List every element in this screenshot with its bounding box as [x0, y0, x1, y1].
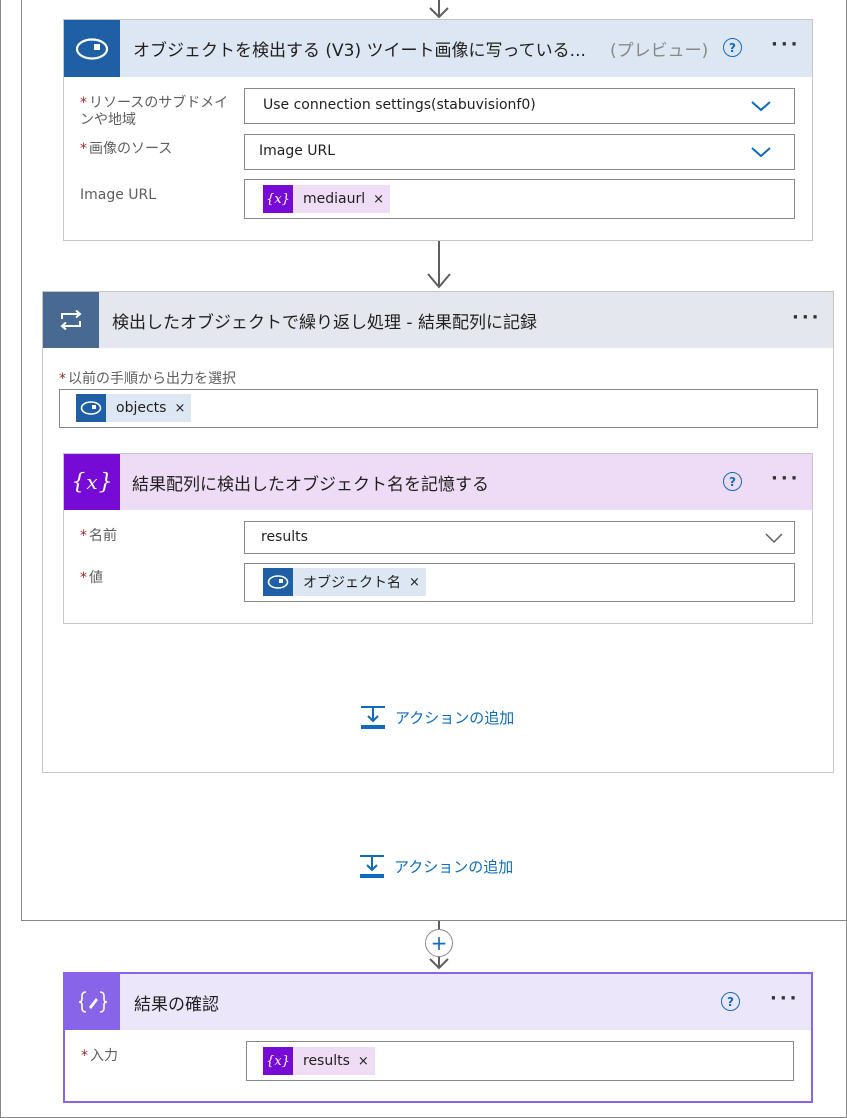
- result-card-header[interactable]: 結果の確認: [65, 974, 811, 1030]
- select-output-field[interactable]: objects ×: [59, 389, 818, 428]
- image-url-field[interactable]: {x} mediaurl ×: [244, 179, 795, 219]
- loop-card-header[interactable]: 検出したオブジェクトで繰り返し処理 - 結果配列に記録: [43, 292, 833, 348]
- value-field[interactable]: オブジェクト名 ×: [244, 563, 795, 602]
- subdomain-label: * リソースのサブドメイ ンや地域: [80, 95, 229, 128]
- eye-icon: [263, 568, 293, 596]
- image-source-value: Image URL: [259, 143, 336, 159]
- result-more-button[interactable]: ···: [770, 988, 800, 1009]
- loop-more-button[interactable]: ···: [792, 307, 822, 328]
- object-name-token[interactable]: オブジェクト名 ×: [263, 568, 426, 596]
- mediaurl-token[interactable]: {x} mediaurl ×: [263, 185, 391, 213]
- variable-icon: {x}: [263, 185, 293, 213]
- detect-more-button[interactable]: ···: [771, 34, 801, 55]
- append-to-array-card: {x} 結果配列に検出したオブジェクト名を記憶する ? ··· * 名前 resu…: [63, 453, 813, 624]
- add-action-icon: [361, 706, 385, 729]
- detect-card-preview: (プレビュー): [610, 41, 709, 61]
- subdomain-dropdown[interactable]: Use connection settings(stabuvisionf0): [244, 88, 795, 124]
- connector-arrow-icon: [427, 241, 451, 289]
- name-value: results: [261, 529, 308, 545]
- variable-icon: {x}: [64, 454, 120, 510]
- append-card-header[interactable]: {x} 結果配列に検出したオブジェクト名を記憶する: [64, 454, 812, 510]
- chevron-down-icon: [751, 147, 771, 158]
- outer-frame-left: [0, 0, 1, 1118]
- subdomain-value: Use connection settings(stabuvisionf0): [263, 97, 536, 113]
- input-label: * 入力: [81, 1048, 118, 1064]
- result-help-icon[interactable]: ?: [721, 992, 740, 1011]
- objects-token-text: objects: [116, 400, 167, 416]
- scope-container-left: [21, 0, 22, 921]
- token-remove-button[interactable]: ×: [174, 401, 191, 416]
- plus-icon: +: [430, 931, 448, 955]
- detect-objects-card: オブジェクトを検出する (V3) ツイート画像に写っている... (プレビュー)…: [63, 19, 813, 241]
- name-label: * 名前: [80, 528, 117, 544]
- loop-card-title: 検出したオブジェクトで繰り返し処理 - 結果配列に記録: [112, 312, 537, 333]
- outer-add-action-text: アクションの追加: [394, 857, 514, 876]
- variable-icon: {x}: [263, 1047, 293, 1075]
- token-remove-button[interactable]: ×: [409, 575, 426, 590]
- inner-add-action-button[interactable]: アクションの追加: [360, 704, 514, 730]
- result-card-title: 結果の確認: [134, 994, 219, 1015]
- add-action-icon: [360, 855, 384, 878]
- insert-step-button[interactable]: +: [425, 929, 453, 957]
- detect-card-title: オブジェクトを検出する (V3) ツイート画像に写っている...: [133, 41, 586, 61]
- token-remove-button[interactable]: ×: [373, 192, 390, 207]
- chevron-down-icon: [765, 533, 783, 544]
- name-dropdown[interactable]: results: [244, 521, 795, 554]
- value-label: * 値: [80, 570, 103, 586]
- detect-card-header[interactable]: オブジェクトを検出する (V3) ツイート画像に写っている... (プレビュー): [64, 20, 812, 77]
- image-source-label: * 画像のソース: [80, 141, 173, 157]
- image-source-dropdown[interactable]: Image URL: [244, 134, 795, 170]
- append-help-icon[interactable]: ?: [723, 472, 742, 491]
- mediaurl-token-text: mediaurl: [303, 191, 366, 207]
- outer-add-action-button[interactable]: アクションの追加: [359, 853, 513, 879]
- objects-token[interactable]: objects ×: [76, 394, 192, 422]
- compose-result-card: 結果の確認 ? ··· * 入力 {x} results ×: [63, 972, 813, 1103]
- object-name-token-text: オブジェクト名: [303, 575, 401, 591]
- select-output-label: * 以前の手順から出力を選択: [59, 371, 236, 387]
- append-more-button[interactable]: ···: [771, 468, 801, 489]
- connector-arrow-icon: [429, 0, 449, 19]
- append-card-title: 結果配列に検出したオブジェクト名を記憶する: [132, 474, 489, 495]
- chevron-down-icon: [751, 101, 771, 112]
- eye-icon: [64, 20, 120, 77]
- loop-icon: [43, 292, 99, 348]
- results-token[interactable]: {x} results ×: [263, 1047, 375, 1075]
- image-url-label: Image URL: [80, 187, 157, 203]
- inner-add-action-text: アクションの追加: [395, 708, 515, 727]
- detect-help-icon[interactable]: ?: [723, 38, 742, 57]
- eye-icon: [76, 394, 106, 422]
- compose-icon: [65, 974, 120, 1030]
- input-field[interactable]: {x} results ×: [246, 1041, 794, 1081]
- token-remove-button[interactable]: ×: [358, 1054, 375, 1069]
- results-token-text: results: [303, 1053, 350, 1069]
